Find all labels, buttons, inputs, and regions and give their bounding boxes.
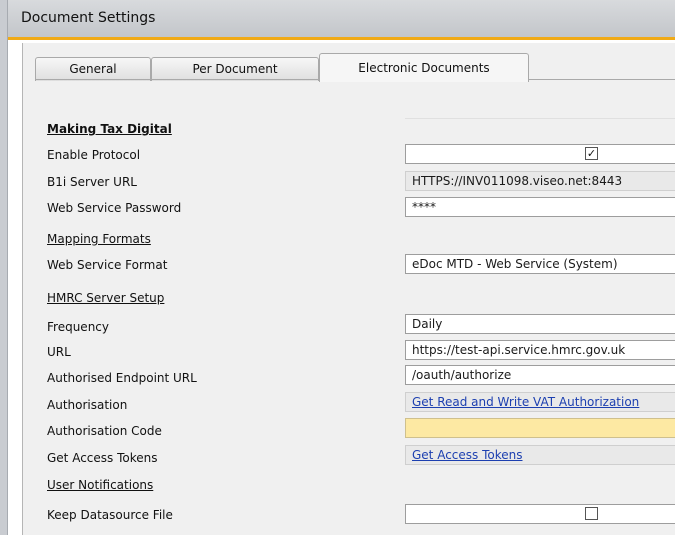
frequency-label: Frequency (47, 320, 109, 334)
auth-code-field[interactable] (405, 418, 675, 438)
field-column-top-line (405, 118, 675, 119)
tab-per-document-label: Per Document (192, 62, 278, 76)
window-title: Document Settings (21, 10, 156, 26)
tab-general[interactable]: General (35, 57, 151, 81)
keep-datasource-checkbox[interactable] (585, 507, 598, 520)
keep-datasource-field (405, 504, 675, 524)
tab-general-label: General (69, 62, 117, 76)
enable-protocol-checkbox[interactable]: ✓ (585, 147, 598, 160)
b1i-url-field[interactable]: HTTPS://INV011098.viseo.net:8443 (405, 171, 675, 191)
access-tokens-label: Get Access Tokens (47, 451, 158, 465)
ws-format-field[interactable]: eDoc MTD - Web Service (System) (405, 254, 675, 274)
authorisation-label: Authorisation (47, 398, 128, 412)
ws-password-field[interactable]: **** (405, 197, 675, 217)
tab-per-document[interactable]: Per Document (151, 57, 319, 81)
electronic-documents-panel: Making Tax Digital Enable Protocol ✓ B1i… (23, 80, 675, 535)
frequency-field[interactable]: Daily (405, 314, 675, 334)
hmrc-url-label: URL (47, 345, 71, 359)
ws-format-value: eDoc MTD - Web Service (System) (412, 257, 618, 271)
enable-protocol-label: Enable Protocol (47, 148, 141, 162)
mapping-heading: Mapping Formats (47, 232, 151, 246)
auth-endpoint-field[interactable]: /oauth/authorize (405, 365, 675, 385)
ws-password-label: Web Service Password (47, 201, 182, 215)
b1i-url-value: HTTPS://INV011098.viseo.net:8443 (412, 174, 623, 188)
tab-electronic-documents[interactable]: Electronic Documents (319, 53, 529, 82)
ws-password-value: **** (412, 200, 436, 214)
notifications-heading: User Notifications (47, 478, 154, 492)
get-access-tokens-link[interactable]: Get Access Tokens (412, 448, 523, 462)
window-left-edge (0, 0, 8, 535)
hmrc-url-value: https://test-api.service.hmrc.gov.uk (412, 343, 626, 357)
settings-frame: General Per Document Electronic Document… (22, 43, 675, 535)
window-titlebar: Document Settings (8, 0, 675, 40)
hmrc-url-field[interactable]: https://test-api.service.hmrc.gov.uk (405, 340, 675, 360)
mtd-heading: Making Tax Digital (47, 122, 172, 136)
ws-format-label: Web Service Format (47, 258, 168, 272)
get-vat-authorization-link[interactable]: Get Read and Write VAT Authorization (412, 395, 639, 409)
auth-endpoint-label: Authorised Endpoint URL (47, 371, 197, 385)
access-tokens-field: Get Access Tokens (405, 445, 675, 465)
tab-electronic-documents-label: Electronic Documents (358, 61, 490, 75)
hmrc-heading: HMRC Server Setup (47, 291, 165, 305)
frequency-value: Daily (412, 317, 443, 331)
auth-code-label: Authorisation Code (47, 424, 162, 438)
enable-protocol-field: ✓ (405, 144, 675, 164)
keep-datasource-label: Keep Datasource File (47, 508, 173, 522)
auth-endpoint-value: /oauth/authorize (412, 368, 512, 382)
b1i-url-label: B1i Server URL (47, 175, 137, 189)
authorisation-field: Get Read and Write VAT Authorization (405, 392, 675, 412)
